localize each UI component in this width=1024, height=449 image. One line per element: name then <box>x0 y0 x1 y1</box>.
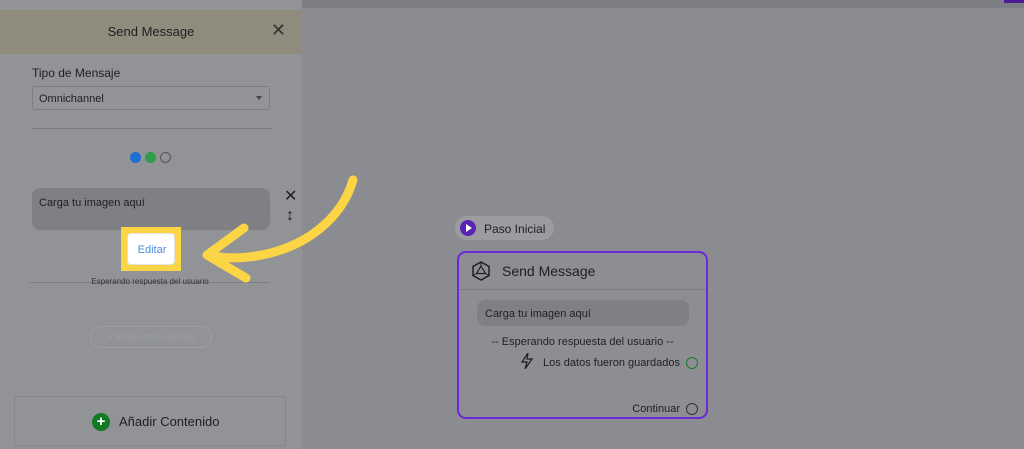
waiting-text: Esperando respuesta del usuario <box>91 277 209 286</box>
image-upload-box[interactable]: Carga tu imagen aquí <box>32 188 270 230</box>
messenger-icon <box>130 152 141 163</box>
plus-icon: + <box>92 413 110 431</box>
send-message-node[interactable]: Send Message Carga tu imagen aquí -- Esp… <box>457 251 708 419</box>
add-content-label: Añadir Contenido <box>119 414 220 429</box>
reorder-icon[interactable]: ↕ <box>286 207 294 225</box>
start-step-label: Paso Inicial <box>484 222 546 236</box>
output-port-continue[interactable] <box>686 403 698 415</box>
edit-button-label: Editar <box>137 244 167 256</box>
panel-title: Send Message <box>107 24 195 39</box>
image-upload-placeholder: Carga tu imagen aquí <box>39 197 145 209</box>
edit-button[interactable]: Editar <box>127 233 175 265</box>
remove-icon[interactable]: ✕ <box>284 186 297 206</box>
node-title: Send Message <box>502 263 596 279</box>
panel-header: Send Message ✕ <box>0 10 302 54</box>
top-accent <box>1004 0 1024 3</box>
add-content-button[interactable]: + Añadir Contenido <box>14 396 286 446</box>
chevron-down-icon <box>256 96 262 100</box>
quick-replies-label: + Respuestas rápidas <box>107 332 195 342</box>
side-panel: Send Message ✕ Tipo de Mensaje Omnichann… <box>0 0 302 449</box>
message-type-value: Omnichannel <box>39 93 104 105</box>
node-image-placeholder: Carga tu imagen aquí <box>485 308 591 320</box>
close-icon[interactable]: ✕ <box>271 20 286 40</box>
node-continue-text: Continuar <box>632 403 680 415</box>
node-waiting-text: -- Esperando respuesta del usuario -- <box>491 336 674 348</box>
message-type-label: Tipo de Mensaje <box>32 66 121 80</box>
start-step-pill[interactable]: Paso Inicial <box>455 216 554 240</box>
node-divider <box>459 289 706 290</box>
node-saved-text: Los datos fueron guardados <box>543 357 680 369</box>
channel-icons <box>130 152 171 164</box>
divider <box>32 128 272 129</box>
quick-replies-button[interactable]: + Respuestas rápidas <box>90 326 212 348</box>
output-port-saved[interactable] <box>686 357 698 369</box>
sms-icon <box>160 152 171 163</box>
message-type-select[interactable]: Omnichannel <box>32 86 270 110</box>
node-type-icon <box>472 261 490 281</box>
whatsapp-icon <box>145 152 156 163</box>
node-image-box: Carga tu imagen aquí <box>477 300 689 326</box>
bolt-icon <box>521 353 533 369</box>
play-icon <box>460 220 476 236</box>
